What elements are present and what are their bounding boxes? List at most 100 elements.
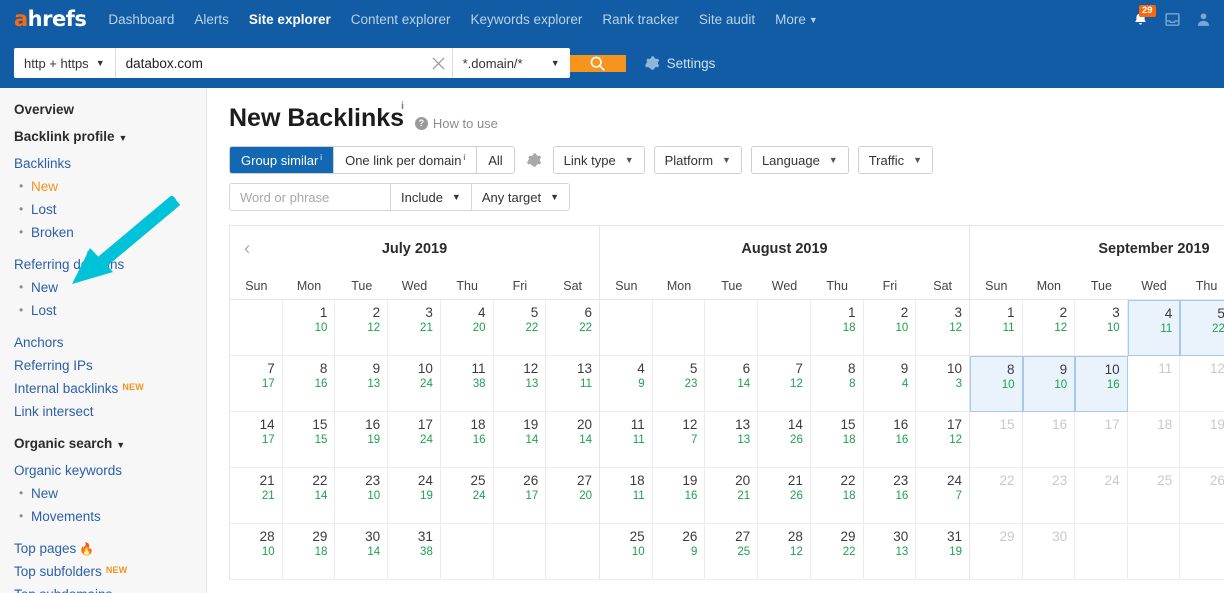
calendar-day-cell[interactable]: 8 16 [282, 356, 336, 412]
calendar-day-cell[interactable]: 5 22 [493, 300, 547, 356]
nav-item-site-explorer[interactable]: Site explorer [249, 12, 331, 27]
sidebar-item-top-subfolders[interactable]: Top subfolders NEW [14, 564, 206, 579]
clear-search-button[interactable] [426, 48, 452, 78]
sidebar-item-referring-domains[interactable]: Referring domains [14, 257, 206, 272]
sidebar-item-backlinks-broken[interactable]: Broken [19, 225, 206, 240]
calendar-day-cell[interactable]: 14 26 [758, 412, 811, 468]
calendar-day-cell[interactable]: 29 18 [282, 524, 336, 580]
calendar-day-cell[interactable]: 2 10 [863, 300, 917, 356]
info-superscript[interactable]: i [401, 101, 404, 112]
calendar-day-cell[interactable]: 26 17 [493, 468, 547, 524]
calendar-day-cell[interactable]: 7 12 [758, 356, 811, 412]
calendar-day-cell[interactable]: 31 38 [388, 524, 441, 580]
calendar-day-cell[interactable]: 30 14 [335, 524, 389, 580]
sidebar-item-referring-domains-new[interactable]: New [19, 280, 206, 295]
column-settings-button[interactable] [524, 152, 544, 168]
calendar-day-cell[interactable]: 19 14 [493, 412, 547, 468]
calendar-day-cell[interactable]: 23 16 [863, 468, 917, 524]
calendar-day-cell[interactable]: 17 12 [916, 412, 969, 468]
search-mode-selector[interactable]: *.domain/* ▼ [451, 48, 570, 78]
sidebar-item-referring-domains-lost[interactable]: Lost [19, 303, 206, 318]
nav-item-rank-tracker[interactable]: Rank tracker [602, 12, 679, 27]
calendar-day-cell[interactable]: 25 10 [600, 524, 653, 580]
user-avatar-button[interactable] [1195, 11, 1212, 28]
calendar-prev-button[interactable]: ‹ [244, 240, 250, 259]
settings-link[interactable]: Settings [644, 55, 715, 71]
nav-item-more[interactable]: More ▼ [775, 12, 818, 27]
calendar-day-cell[interactable]: 6 14 [705, 356, 759, 412]
nav-item-dashboard[interactable]: Dashboard [108, 12, 174, 27]
nav-item-site-audit[interactable]: Site audit [699, 12, 755, 27]
calendar-day-cell[interactable]: 18 16 [440, 412, 494, 468]
sidebar-item-backlinks-new[interactable]: New [19, 179, 206, 194]
calendar-day-cell[interactable]: 31 19 [916, 524, 969, 580]
calendar-day-cell[interactable]: 24 19 [388, 468, 441, 524]
calendar-day-cell[interactable]: 20 14 [546, 412, 599, 468]
sidebar-group-organic-search[interactable]: Organic search ▼ [14, 436, 206, 451]
calendar-day-cell[interactable]: 12 7 [652, 412, 706, 468]
calendar-day-cell[interactable]: 3 12 [916, 300, 969, 356]
nav-item-content-explorer[interactable]: Content explorer [351, 12, 451, 27]
calendar-day-cell[interactable]: 27 25 [705, 524, 759, 580]
calendar-day-cell[interactable]: 5 23 [652, 356, 706, 412]
nav-item-alerts[interactable]: Alerts [194, 12, 229, 27]
sidebar-item-top-subdomains[interactable]: Top subdomains [14, 587, 206, 593]
calendar-day-cell[interactable]: 21 21 [230, 468, 283, 524]
calendar-day-cell[interactable]: 17 24 [388, 412, 441, 468]
filter-traffic-dropdown[interactable]: Traffic ▼ [857, 146, 934, 174]
calendar-day-cell[interactable]: 12 13 [493, 356, 547, 412]
calendar-day-cell[interactable]: 28 10 [230, 524, 283, 580]
calendar-day-cell[interactable]: 3 10 [1075, 300, 1128, 356]
calendar-day-cell[interactable]: 10 24 [388, 356, 441, 412]
calendar-day-cell[interactable]: 94 [863, 356, 917, 412]
sidebar-item-internal-backlinks[interactable]: Internal backlinks NEW [14, 381, 206, 396]
calendar-day-cell[interactable]: 15 15 [282, 412, 336, 468]
filter-link-type-dropdown[interactable]: Link type ▼ [552, 146, 645, 174]
calendar-day-cell[interactable]: 11 11 [600, 412, 653, 468]
calendar-day-cell[interactable]: 23 10 [335, 468, 389, 524]
sidebar-item-link-intersect[interactable]: Link intersect [14, 404, 206, 419]
sidebar-item-overview[interactable]: Overview [14, 102, 206, 117]
calendar-day-cell[interactable]: 1 11 [970, 300, 1023, 356]
calendar-day-cell[interactable]: 22 14 [282, 468, 336, 524]
calendar-day-cell[interactable]: 24 7 [916, 468, 969, 524]
calendar-day-cell[interactable]: 28 12 [758, 524, 811, 580]
calendar-day-cell[interactable]: 15 18 [810, 412, 864, 468]
protocol-selector[interactable]: http + https ▼ [14, 48, 116, 78]
search-submit-button[interactable] [569, 54, 626, 72]
calendar-day-cell[interactable]: 4 11 [1127, 300, 1181, 356]
calendar-day-cell[interactable]: 30 13 [863, 524, 917, 580]
calendar-day-cell[interactable]: 13 11 [546, 356, 599, 412]
calendar-day-cell[interactable]: 10 3 [916, 356, 969, 412]
calendar-day-cell[interactable]: 7 17 [230, 356, 283, 412]
inbox-button[interactable] [1164, 11, 1181, 28]
calendar-day-cell[interactable]: 20 21 [705, 468, 759, 524]
tab-one-link-per-domain[interactable]: One link per domain i [334, 147, 478, 173]
calendar-day-cell[interactable]: 2 12 [335, 300, 389, 356]
sidebar-item-anchors[interactable]: Anchors [14, 335, 206, 350]
tab-group-similar[interactable]: Group similar i [230, 147, 335, 173]
calendar-day-cell[interactable]: 18 11 [600, 468, 653, 524]
filter-language-dropdown[interactable]: Language ▼ [750, 146, 849, 174]
include-exclude-dropdown[interactable]: Include ▼ [390, 184, 471, 210]
calendar-day-cell[interactable]: 11 38 [440, 356, 494, 412]
ahrefs-logo[interactable]: ahrefs [14, 8, 87, 30]
calendar-day-cell[interactable]: 5 22 [1180, 300, 1224, 356]
word-or-phrase-input[interactable] [230, 184, 390, 210]
calendar-day-cell[interactable]: 27 20 [546, 468, 599, 524]
sidebar-item-backlinks[interactable]: Backlinks [14, 156, 206, 171]
calendar-day-cell[interactable]: 21 26 [758, 468, 811, 524]
calendar-day-cell[interactable]: 9 13 [335, 356, 389, 412]
sidebar-item-top-pages[interactable]: Top pages 🔥 [14, 541, 206, 556]
calendar-day-cell[interactable]: 3 21 [388, 300, 441, 356]
calendar-day-cell[interactable]: 88 [810, 356, 864, 412]
tab-all[interactable]: All [477, 147, 514, 173]
calendar-day-cell[interactable]: 9 10 [1022, 356, 1076, 412]
calendar-day-cell[interactable]: 8 10 [970, 356, 1023, 412]
calendar-day-cell[interactable]: 4 20 [440, 300, 494, 356]
filter-platform-dropdown[interactable]: Platform ▼ [653, 146, 742, 174]
sidebar-group-backlink-profile[interactable]: Backlink profile ▼ [14, 129, 206, 144]
calendar-day-cell[interactable]: 13 13 [705, 412, 759, 468]
calendar-day-cell[interactable]: 26 9 [652, 524, 706, 580]
sidebar-item-organic-keywords[interactable]: Organic keywords [14, 463, 206, 478]
